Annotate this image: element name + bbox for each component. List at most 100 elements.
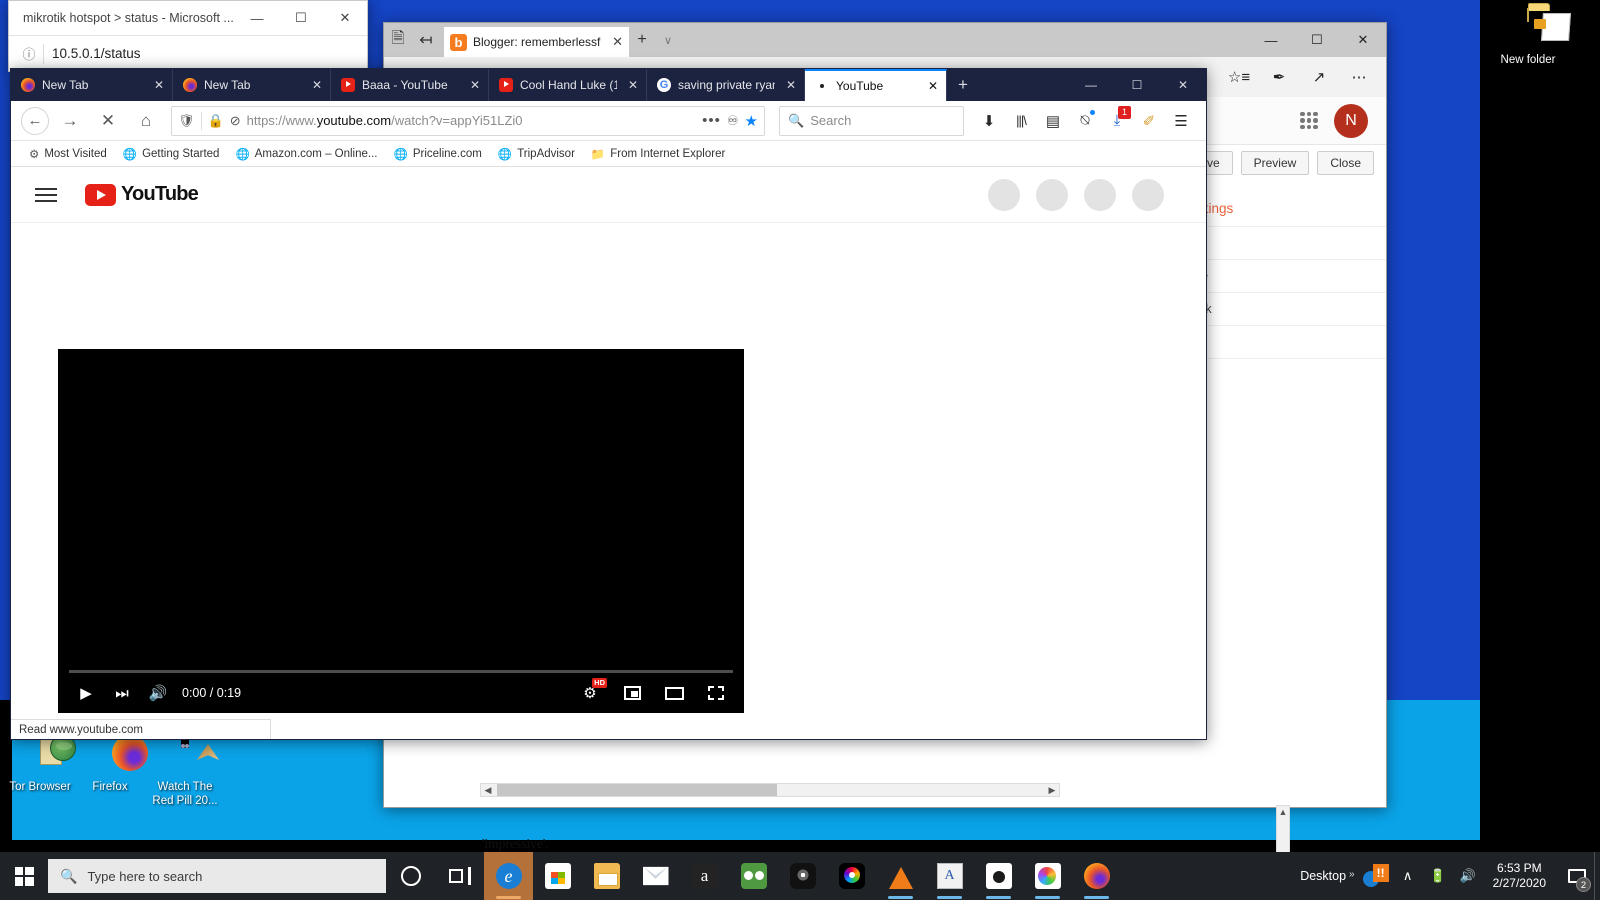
hamburger-icon[interactable] [35,187,57,202]
scroll-left-arrow[interactable]: ◀ [481,784,495,796]
horizontal-scrollbar[interactable]: ◀ ▶ [480,783,1060,797]
update-available-icon[interactable]: !! [1362,864,1389,888]
edge-titlebar[interactable]: 🗎 ↤ Blogger: rememberlessf ✕ + ∨ — ☐ ✕ [384,23,1386,57]
account-icon[interactable]: ⍉ [1070,106,1100,136]
tabs-you-set-aside-icon[interactable]: ↤ [412,23,440,57]
clock[interactable]: 6:53 PM 2/27/2020 [1487,861,1552,891]
battery-icon[interactable]: 🔋 [1427,868,1449,884]
taskbar-color-camera-icon[interactable] [827,852,876,900]
ie-address-bar[interactable]: ⓘ 10.5.0.1/status [9,35,367,71]
scrollbar-thumb[interactable] [497,784,777,796]
library-icon[interactable]: |||\ [1006,106,1036,136]
bookmark-folder-from-ie[interactable]: 📁 From Internet Explorer [585,145,731,163]
header-placeholder-circle[interactable] [988,178,1020,211]
ie-window[interactable]: mikrotik hotspot > status - Microsoft ..… [8,0,368,72]
taskbar-amazon-icon[interactable]: a [680,852,729,900]
firefox-window[interactable]: New Tab ✕ New Tab ✕ Baaa - YouTube ✕ Coo… [10,68,1207,740]
share-icon[interactable]: ↗ [1300,62,1338,92]
padlock-icon[interactable]: 🔒 [208,113,224,129]
tab-close-icon[interactable]: ✕ [782,78,796,92]
taskbar-explorer-icon[interactable] [582,852,631,900]
header-placeholder-circle[interactable] [1036,178,1068,211]
desktop-icon-new-folder[interactable]: New folder [1490,8,1566,67]
header-placeholder-circle[interactable] [1084,178,1116,211]
avatar[interactable]: N [1334,103,1368,138]
edge-maximize-button[interactable]: ☐ [1294,23,1340,57]
tab-new-tab-1[interactable]: New Tab ✕ [11,69,173,101]
url-text[interactable]: https://www.youtube.com/watch?v=appYi51L… [247,113,697,128]
tab-close-icon[interactable]: ✕ [308,78,322,92]
fullscreen-icon[interactable] [698,675,734,711]
task-view-icon[interactable] [435,852,484,900]
desktop-icon-tor-browser[interactable]: Tor Browser [2,735,78,794]
show-hidden-icons-icon[interactable]: ∧ [1397,868,1419,884]
bookmark-priceline[interactable]: 🌐 Priceline.com [388,145,488,163]
more-ellipsis-icon[interactable]: ⋯ [1340,62,1378,92]
favorites-star-icon[interactable]: ☆≡ [1220,62,1258,92]
firefox-close-button[interactable]: ✕ [1160,69,1206,101]
desktop-icon-firefox[interactable]: Firefox [72,719,148,794]
tray-desktop-label[interactable]: Desktop » [1300,869,1354,883]
windows-start-icon[interactable] [0,852,48,900]
edge-minimize-button[interactable]: — [1248,23,1294,57]
header-placeholder-circle[interactable] [1132,178,1164,211]
bookmark-getting-started[interactable]: 🌐 Getting Started [117,145,226,163]
edge-new-tab-button[interactable]: + [629,23,655,57]
tab-youtube-active[interactable]: YouTube ✕ [805,69,947,101]
taskbar-fonts-icon[interactable]: A [925,852,974,900]
new-tab-button[interactable]: + [947,69,979,101]
hamburger-menu-icon[interactable]: ☰ [1166,106,1196,136]
preview-button[interactable]: Preview [1240,151,1310,175]
tab-close-icon[interactable]: ✕ [150,78,164,92]
google-apps-grid-icon[interactable] [1300,111,1318,130]
scroll-up-arrow[interactable]: ▲ [1277,806,1289,820]
ie-titlebar[interactable]: mikrotik hotspot > status - Microsoft ..… [9,1,367,35]
ie-close-button[interactable]: ✕ [323,1,367,35]
set-tabs-aside-icon[interactable]: 🗎 [384,23,412,57]
edge-tab-blogger[interactable]: Blogger: rememberlessf ✕ [444,27,629,57]
taskbar-paint-icon[interactable] [1023,852,1072,900]
next-video-button[interactable]: ⏭ [104,675,140,711]
play-button[interactable]: ▶ [68,675,104,711]
downloads-icon[interactable]: ⬇ [974,106,1004,136]
taskbar-edge-icon[interactable]: e [484,852,533,900]
volume-button[interactable]: 🔊 [140,675,176,711]
chevron-down-icon[interactable]: ∨ [655,23,681,57]
sidebars-icon[interactable]: ▤ [1038,106,1068,136]
desktop-icon-watch-red-pill[interactable]: Watch The Red Pill 20... [147,735,223,808]
downthemall-icon[interactable]: ⤓ 1 [1102,105,1132,136]
forward-button[interactable]: → [53,106,87,136]
page-actions-icon[interactable]: ••• [702,112,721,129]
tab-saving-private-ryan[interactable]: G saving private ryan ✕ [647,69,805,101]
scroll-right-arrow[interactable]: ▶ [1045,784,1059,796]
miniplayer-icon[interactable] [614,675,650,711]
ie-minimize-button[interactable]: — [235,1,279,35]
tab-baaa-youtube[interactable]: Baaa - YouTube ✕ [331,69,489,101]
edge-close-button[interactable]: ✕ [1340,23,1386,57]
bookmark-most-visited[interactable]: ⚙ Most Visited [23,145,113,163]
overflow-chevron-icon[interactable]: » [1349,869,1355,880]
theater-mode-icon[interactable] [656,675,692,711]
taskbar-camera-app-icon[interactable] [778,852,827,900]
youtube-video-player[interactable]: ▶ ⏭ 🔊 0:00 / 0:19 ⚙ HD [58,349,744,713]
permissions-crossed-icon[interactable]: ⊘ [230,113,241,129]
video-viewport[interactable] [58,349,744,667]
close-button[interactable]: Close [1317,151,1374,175]
stop-button[interactable]: ✕ [91,106,125,136]
search-bar[interactable]: 🔍 Search [779,105,964,136]
tab-cool-hand-luke[interactable]: Cool Hand Luke (19 ✕ [489,69,647,101]
back-button[interactable]: ← [21,106,49,135]
tab-close-icon[interactable]: ✕ [924,79,938,93]
cortana-circle-icon[interactable] [386,852,435,900]
ie-url-text[interactable]: 10.5.0.1/status [52,46,141,61]
volume-icon[interactable]: 🔊 [1457,868,1479,884]
firefox-maximize-button[interactable]: ☐ [1114,69,1160,101]
youtube-logo[interactable]: YouTube [85,183,199,206]
taskbar-mail-icon[interactable] [631,852,680,900]
pocket-icon[interactable]: ♾ [727,113,739,129]
bookmark-star-icon[interactable]: ★ [745,112,758,130]
ie-maximize-button[interactable]: ☐ [279,1,323,35]
search-input[interactable]: 🔍 Type here to search [48,859,386,893]
web-notes-pen-icon[interactable]: ✒ [1260,62,1298,92]
bookmark-tripadvisor[interactable]: 🌐 TripAdvisor [492,145,581,163]
